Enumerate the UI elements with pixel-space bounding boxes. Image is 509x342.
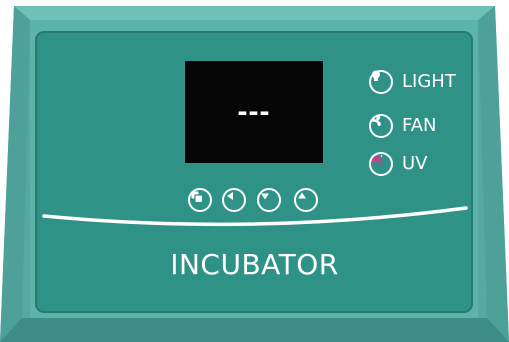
- fan-icon: [369, 114, 393, 138]
- readout-display: ---: [185, 61, 323, 163]
- copy-button[interactable]: [188, 188, 212, 212]
- indicator-uv-label: UV: [402, 153, 428, 174]
- indicator-light-label: LIGHT: [402, 71, 456, 92]
- indicator-uv: UV: [369, 151, 428, 177]
- down-button[interactable]: [257, 188, 281, 212]
- left-button[interactable]: [222, 188, 246, 212]
- bulb-icon: [369, 70, 393, 94]
- uv-lamp-icon: [369, 152, 393, 176]
- device-name-label: INCUBATOR: [170, 248, 339, 281]
- device-body: [0, 6, 509, 342]
- bevel-bottom: [0, 318, 509, 342]
- up-button[interactable]: [294, 188, 318, 212]
- readout-text: ---: [237, 95, 271, 128]
- indicator-fan-label: FAN: [402, 115, 437, 136]
- indicator-light: LIGHT: [369, 69, 456, 95]
- incubator-device: --- LIGHT FAN UV INCUBATOR: [0, 0, 509, 342]
- bevel-top: [14, 6, 495, 20]
- indicator-fan: FAN: [369, 113, 436, 139]
